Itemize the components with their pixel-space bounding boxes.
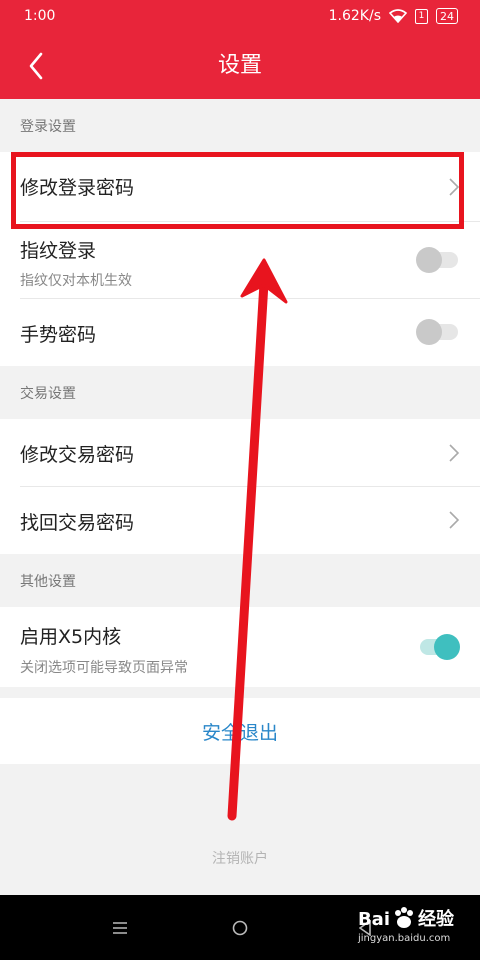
gesture-toggle[interactable] (416, 319, 460, 345)
app-bar: 设置 (0, 32, 480, 99)
section-header-other: 其他设置 (20, 573, 76, 590)
paw-icon (395, 907, 413, 928)
row-change-login-password[interactable]: 修改登录密码 (0, 152, 480, 222)
chevron-right-icon (449, 511, 460, 529)
status-bar: 1:00 1.62K/s 1 24 (0, 0, 480, 32)
toggle-knob (416, 319, 442, 345)
row-title: 修改登录密码 (20, 177, 135, 199)
x5-toggle[interactable] (416, 634, 460, 660)
row-title: 找回交易密码 (20, 512, 135, 534)
row-gesture-password: 手势密码 (0, 299, 480, 366)
row-subtitle: 指纹仅对本机生效 (20, 273, 132, 289)
system-nav-bar: Bai 经验 jingyan.baidu.com (0, 895, 480, 960)
toggle-knob (434, 634, 460, 660)
watermark-logo: Bai 经验 jingyan.baidu.com (358, 905, 454, 944)
fingerprint-toggle[interactable] (416, 247, 460, 273)
menu-button[interactable] (105, 913, 135, 943)
section-header-login: 登录设置 (20, 118, 76, 135)
battery-icon: 24 (436, 8, 458, 24)
row-enable-x5: 启用X5内核 关闭选项可能导致页面异常 (0, 607, 480, 687)
home-button[interactable] (225, 913, 255, 943)
chevron-right-icon (449, 444, 460, 462)
network-speed: 1.62K/s (328, 8, 381, 24)
row-subtitle: 关闭选项可能导致页面异常 (20, 660, 188, 676)
row-title: 指纹登录 (20, 240, 97, 262)
chevron-right-icon (449, 178, 460, 196)
watermark-brand: Bai 经验 (357, 907, 454, 930)
section-header-trade: 交易设置 (20, 385, 76, 402)
status-indicators: 1.62K/s 1 24 (329, 8, 458, 24)
toggle-knob (416, 247, 442, 273)
watermark-url: jingyan.baidu.com (357, 933, 451, 944)
page-title: 设置 (217, 53, 262, 78)
home-circle-icon (232, 920, 248, 936)
row-title: 手势密码 (20, 324, 97, 346)
row-fingerprint-login: 指纹登录 指纹仅对本机生效 (0, 222, 480, 299)
row-title: 修改交易密码 (20, 444, 135, 466)
cancel-account-link[interactable]: 注销账户 (0, 848, 480, 868)
row-recover-trade-password[interactable]: 找回交易密码 (0, 487, 480, 554)
row-change-trade-password[interactable]: 修改交易密码 (0, 419, 480, 487)
status-time: 1:00 (24, 8, 56, 24)
sim-icon: 1 (415, 8, 428, 24)
menu-icon (113, 922, 127, 934)
wifi-icon (389, 9, 407, 23)
logout-button[interactable]: 安全退出 (0, 698, 480, 764)
row-title: 启用X5内核 (20, 626, 122, 648)
